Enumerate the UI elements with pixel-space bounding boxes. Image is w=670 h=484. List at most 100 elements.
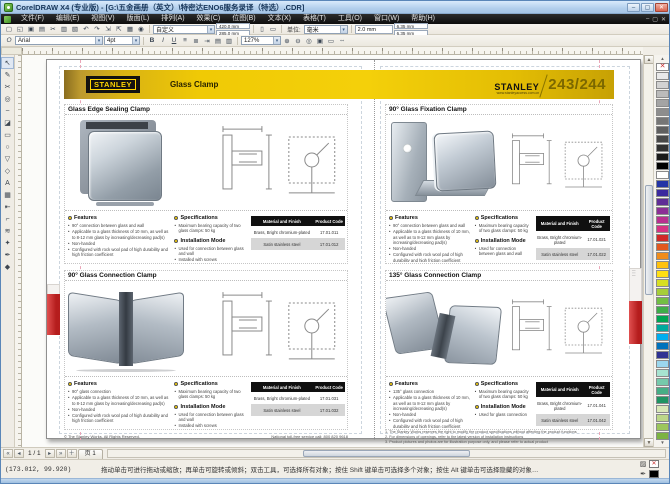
zoom-out-icon[interactable]: ⊖ (293, 36, 303, 45)
polygon-tool-icon[interactable]: ▽ (1, 153, 14, 165)
menu-item[interactable]: 排列(A) (155, 14, 190, 24)
palette-swatch[interactable] (656, 72, 669, 80)
redo-icon[interactable]: ↷ (92, 25, 102, 34)
add-page-button[interactable]: ＋ (67, 449, 77, 458)
palette-swatch[interactable] (656, 261, 669, 269)
palette-swatch[interactable] (656, 153, 669, 161)
columns-icon[interactable]: ▥ (224, 36, 234, 45)
palette-swatch[interactable] (656, 243, 669, 251)
menu-item[interactable]: 文件(F) (15, 14, 50, 24)
duplicate-x-field[interactable]: 6.35 mm (394, 23, 428, 29)
units-select[interactable]: 毫米▾ (304, 25, 348, 34)
palette-swatch[interactable] (656, 288, 669, 296)
basic-shapes-tool-icon[interactable]: ◇ (1, 165, 14, 177)
connector-tool-icon[interactable]: ⌐ (1, 213, 14, 225)
bold-icon[interactable]: B (147, 36, 157, 45)
corel-online-icon[interactable]: ◉ (136, 25, 146, 34)
palette-swatch[interactable] (656, 162, 669, 170)
palette-swatch[interactable] (656, 90, 669, 98)
ellipse-tool-icon[interactable]: ○ (1, 141, 14, 153)
palette-swatch[interactable] (656, 99, 669, 107)
palette-swatch[interactable] (656, 387, 669, 395)
palette-swatch[interactable] (656, 126, 669, 134)
save-icon[interactable]: ▣ (26, 25, 36, 34)
print-icon[interactable]: ▤ (37, 25, 47, 34)
application-launcher-icon[interactable]: ▦ (125, 25, 135, 34)
copy-icon[interactable]: ▥ (59, 25, 69, 34)
palette-swatch[interactable] (656, 144, 669, 152)
palette-swatch[interactable] (656, 378, 669, 386)
page-tab[interactable]: 页 1 (78, 449, 103, 459)
paste-icon[interactable]: ▧ (70, 25, 80, 34)
zoom-in-icon[interactable]: ⊕ (282, 36, 292, 45)
palette-swatch[interactable] (656, 63, 669, 71)
open-icon[interactable]: ◱ (15, 25, 25, 34)
doc-minimize-icon[interactable]: – (646, 16, 649, 23)
menu-item[interactable]: 版面(L) (121, 14, 156, 24)
palette-swatch[interactable] (656, 369, 669, 377)
font-size-select[interactable]: 4pt▾ (104, 36, 140, 45)
text-frame-icon[interactable]: ▤ (213, 36, 223, 45)
landscape-button[interactable]: ▭ (268, 25, 278, 34)
nudge-offset-field[interactable]: 2.0 mm (355, 25, 393, 34)
zoom-selection-icon[interactable]: ▣ (315, 36, 325, 45)
palette-swatch[interactable] (656, 225, 669, 233)
new-document-icon[interactable]: ▢ (4, 25, 14, 34)
palette-swatch[interactable] (656, 423, 669, 431)
first-page-button[interactable]: « (3, 449, 13, 458)
eyedropper-tool-icon[interactable]: ✦ (1, 237, 14, 249)
close-button[interactable]: ✕ (655, 3, 668, 12)
vertical-scroll-thumb[interactable] (645, 185, 653, 295)
doc-restore-icon[interactable]: ▢ (652, 16, 658, 23)
horizontal-scrollbar[interactable] (107, 449, 666, 458)
zoom-page-icon[interactable]: ▭ (326, 36, 336, 45)
palette-swatch[interactable] (656, 135, 669, 143)
paper-type-select[interactable]: 自定义▾ (153, 25, 215, 34)
next-page-button[interactable]: ▸ (45, 449, 55, 458)
fill-tool-icon[interactable]: ◆ (1, 261, 14, 273)
menu-item[interactable]: 视图(V) (85, 14, 120, 24)
import-icon[interactable]: ⇲ (103, 25, 113, 34)
previous-page-button[interactable]: ◂ (14, 449, 24, 458)
palette-swatch[interactable] (656, 207, 669, 215)
palette-swatch[interactable] (656, 360, 669, 368)
palette-swatch[interactable] (656, 405, 669, 413)
table-tool-icon[interactable]: ▦ (1, 189, 14, 201)
blend-tool-icon[interactable]: ≋ (1, 225, 14, 237)
menu-item[interactable]: 编辑(E) (50, 14, 85, 24)
palette-swatch[interactable] (656, 252, 669, 260)
cut-icon[interactable]: ✂ (48, 25, 58, 34)
palette-swatch[interactable] (656, 351, 669, 359)
align-left-icon[interactable]: ≡ (180, 36, 190, 45)
smart-fill-tool-icon[interactable]: ◪ (1, 117, 14, 129)
last-page-button[interactable]: » (56, 449, 66, 458)
export-icon[interactable]: ⇱ (114, 25, 124, 34)
dimension-tool-icon[interactable]: ⇤ (1, 201, 14, 213)
vertical-ruler[interactable] (15, 55, 22, 447)
palette-swatch[interactable] (656, 396, 669, 404)
menu-item[interactable]: 文本(X) (262, 14, 297, 24)
menu-item[interactable]: 工具(O) (332, 14, 368, 24)
horizontal-ruler[interactable] (22, 47, 643, 55)
palette-swatch[interactable] (656, 117, 669, 125)
palette-swatch[interactable] (656, 198, 669, 206)
italic-icon[interactable]: I (158, 36, 168, 45)
palette-swatch[interactable] (656, 81, 669, 89)
bullet-list-icon[interactable]: ≣ (191, 36, 201, 45)
palette-swatch[interactable] (656, 270, 669, 278)
palette-swatch[interactable] (656, 414, 669, 422)
palette-swatch[interactable] (656, 324, 669, 332)
palette-swatch[interactable] (656, 432, 669, 440)
undo-icon[interactable]: ↶ (81, 25, 91, 34)
portrait-button[interactable]: ▯ (257, 25, 267, 34)
palette-swatch[interactable] (656, 180, 669, 188)
doc-close-icon[interactable]: ✕ (661, 16, 666, 23)
crop-tool-icon[interactable]: ✂ (1, 81, 14, 93)
palette-scroll-down-icon[interactable]: ▼ (656, 440, 670, 446)
drawing-canvas[interactable]: STANLEY Glass Clamp STANLEY www.stanleya… (22, 55, 643, 447)
palette-swatch[interactable] (656, 333, 669, 341)
font-family-select[interactable]: Arial▾ (15, 36, 103, 45)
text-tool-icon[interactable]: A (1, 177, 14, 189)
palette-swatch[interactable] (656, 297, 669, 305)
zoom-actual-icon[interactable]: ◎ (304, 36, 314, 45)
